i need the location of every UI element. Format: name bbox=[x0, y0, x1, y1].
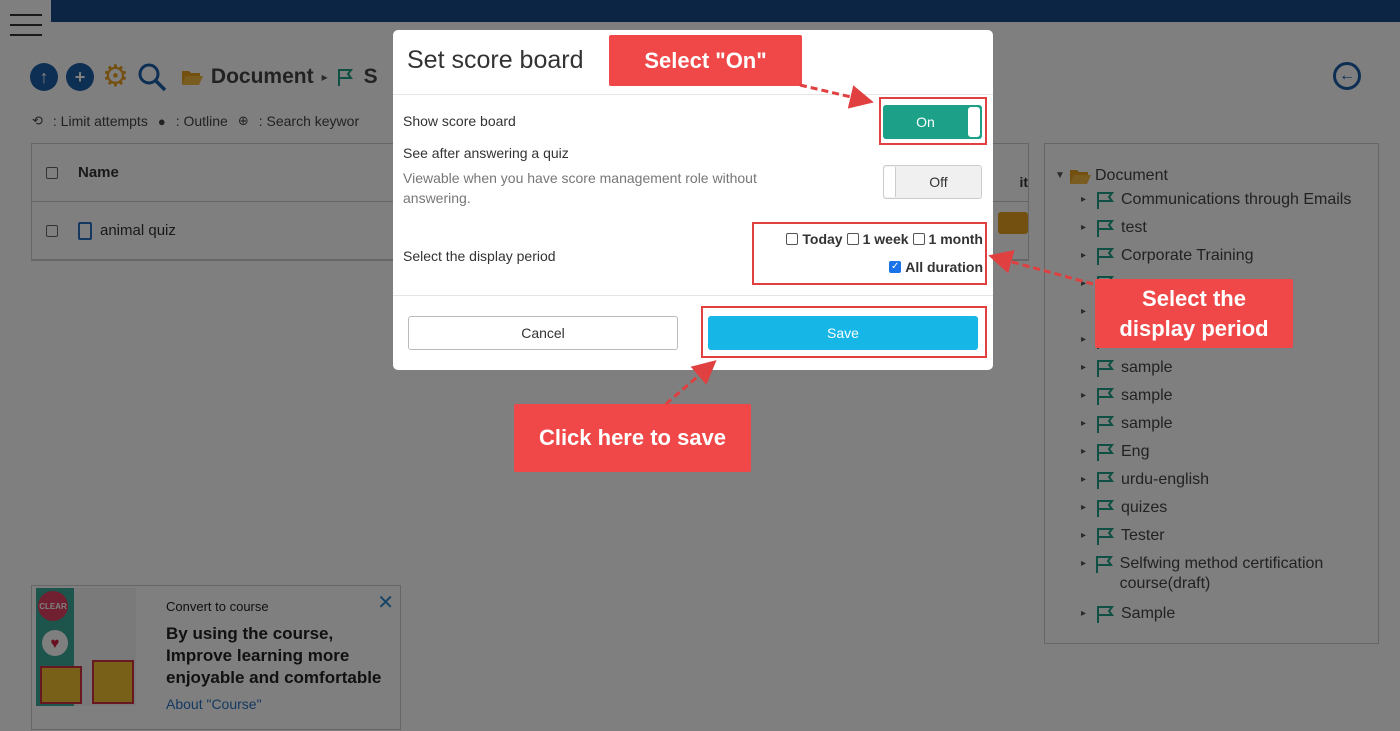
annotation-arrows bbox=[665, 83, 1094, 406]
arrow-to-period bbox=[988, 250, 1094, 286]
arrow-to-toggle bbox=[799, 83, 874, 109]
arrow-to-save bbox=[665, 360, 717, 406]
